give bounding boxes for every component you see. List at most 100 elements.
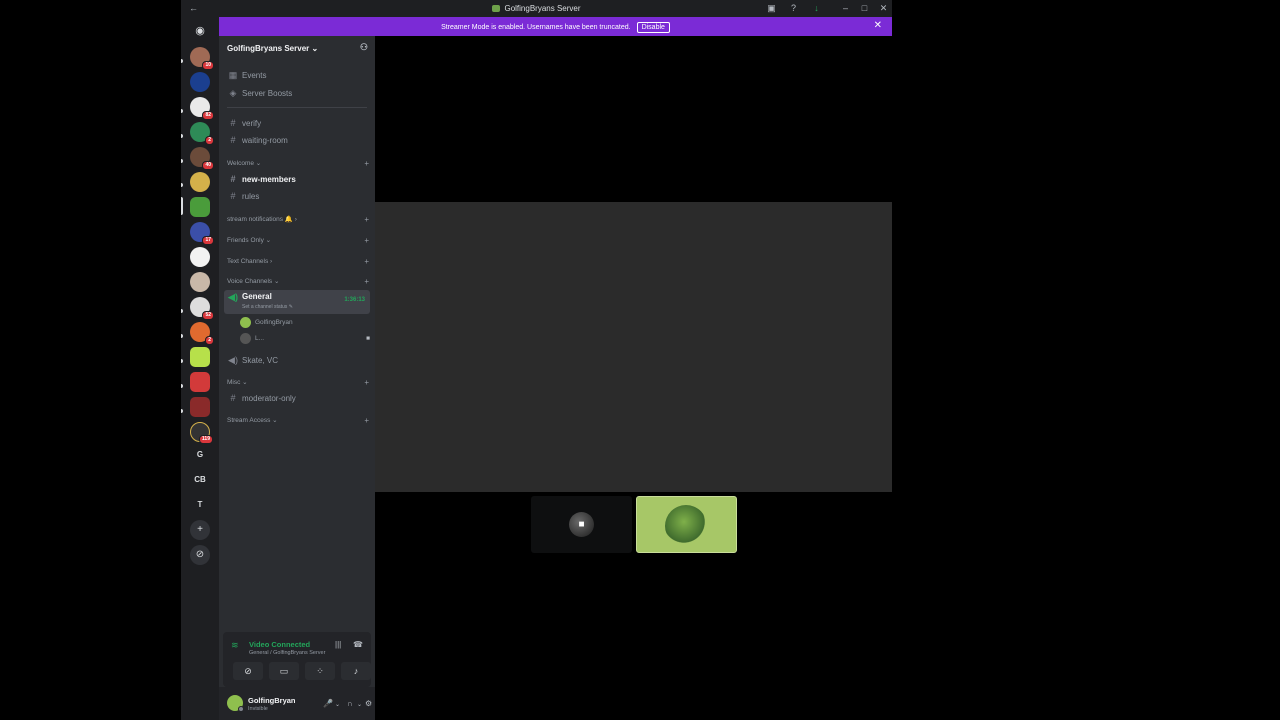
sidebar-item-server-boosts[interactable]: ◈ Server Boosts	[224, 86, 370, 101]
help-icon[interactable]: ?	[788, 3, 799, 14]
guild-icon[interactable]: 2	[190, 122, 214, 145]
channel-sidebar: GolfingBryans Server ⌄ ⚇ ▦ Events ◈ Server…	[219, 36, 375, 720]
guild-icon[interactable]: 40	[190, 147, 214, 170]
set-channel-status[interactable]: Set a channel status ✎	[242, 304, 293, 310]
camera-off-icon: ⊘	[244, 666, 252, 676]
category-stream-notifications[interactable]: stream notifications 🔔 › +	[227, 215, 369, 225]
guild-icon[interactable]: 2	[190, 322, 214, 345]
guild-icon[interactable]	[190, 272, 210, 292]
hashtag-icon: #	[230, 393, 236, 403]
category-text-channels[interactable]: Text Channels › +	[227, 257, 369, 267]
server-rail: ◉ 10 82 2 40 17 52 2 119 G CB T + ⊘	[181, 17, 219, 720]
user-panel: GolfingBryan Invisible 🎤 ⌄ ∩ ⌄ ⚙	[219, 687, 375, 720]
guild-icon[interactable]: 52	[190, 297, 214, 320]
signal-icon[interactable]: ≋	[231, 640, 239, 651]
category-welcome[interactable]: Welcome ⌄ +	[227, 159, 369, 169]
guild-icon-selected[interactable]	[190, 197, 210, 217]
participant-avatar	[665, 505, 707, 547]
voice-channel-skate-vc[interactable]: ◀) Skate, VC	[224, 353, 370, 368]
soundboard-button[interactable]: ♪	[341, 662, 371, 680]
unread-pill	[181, 183, 183, 187]
discord-window: ← GolfingBryans Server ▣ ? ↓ – □ ✕ Strea…	[181, 0, 892, 720]
video-camera-icon: ■	[569, 512, 594, 537]
participant-tile-golfingbryan[interactable]	[636, 496, 737, 553]
mic-options-chevron-icon[interactable]: ⌄	[335, 701, 340, 708]
unread-pill	[181, 309, 183, 313]
unread-pill	[181, 159, 183, 163]
invite-people-icon[interactable]: ⚇	[360, 42, 368, 53]
activities-button[interactable]: ⁘	[305, 662, 335, 680]
guild-icon[interactable]	[190, 172, 210, 192]
category-stream-access[interactable]: Stream Access ⌄ +	[227, 416, 369, 426]
disable-streamer-mode-button[interactable]: Disable	[636, 22, 670, 33]
voice-status[interactable]: Video Connected	[249, 640, 310, 649]
guild-icon[interactable]: 82	[190, 97, 214, 120]
guild-icon[interactable]	[190, 247, 210, 267]
guild-icon[interactable]	[190, 372, 210, 392]
guild-text-g[interactable]: G	[190, 445, 210, 465]
voice-channel-general[interactable]: ◀) General 1:36:13 Set a channel status …	[224, 290, 370, 314]
username[interactable]: GolfingBryan	[248, 696, 296, 705]
unread-badge: 10	[202, 61, 214, 70]
channel-moderator-only[interactable]: # moderator-only	[224, 391, 370, 406]
guild-icon[interactable]	[190, 347, 210, 367]
discord-home-icon[interactable]: ◉	[190, 21, 210, 41]
noise-suppression-icon[interactable]: |||	[335, 640, 341, 649]
voice-location[interactable]: General / GolfingBryans Server	[249, 650, 325, 656]
add-channel-icon[interactable]: +	[364, 378, 369, 388]
streamer-mode-banner: Streamer Mode is enabled. Usernames have…	[219, 17, 892, 36]
chevron-down-icon: ⌄	[311, 44, 319, 53]
voice-user-golfingbryan[interactable]: GolfingBryan	[240, 317, 293, 329]
add-server-icon[interactable]: +	[190, 520, 210, 540]
download-icon[interactable]: ↓	[811, 3, 822, 14]
channel-new-members[interactable]: # new-members	[224, 172, 370, 187]
add-channel-icon[interactable]: +	[364, 277, 369, 287]
status-indicator	[238, 706, 244, 712]
channel-waiting-room[interactable]: # waiting-room	[224, 133, 370, 148]
add-channel-icon[interactable]: +	[364, 159, 369, 169]
stream-view[interactable]	[375, 202, 892, 492]
voice-user-2[interactable]: L... ■	[240, 333, 370, 345]
user-status: Invisible	[248, 706, 268, 712]
explore-servers-icon[interactable]: ⊘	[190, 545, 210, 565]
channel-verify[interactable]: # verify	[224, 116, 370, 131]
minimize-icon[interactable]: –	[840, 3, 851, 14]
category-voice-channels[interactable]: Voice Channels ⌄ +	[227, 277, 369, 287]
divider	[227, 107, 367, 108]
guild-icon[interactable]: 17	[190, 222, 214, 245]
guild-icon[interactable]	[190, 397, 210, 417]
category-friends-only[interactable]: Friends Only ⌄ +	[227, 236, 369, 246]
guild-icon[interactable]: 10	[190, 47, 214, 70]
window-title: GolfingBryans Server	[181, 4, 892, 13]
headphones-icon[interactable]: ∩	[347, 699, 353, 708]
category-misc[interactable]: Misc ⌄ +	[227, 378, 369, 388]
hashtag-icon: #	[230, 191, 236, 201]
settings-gear-icon[interactable]: ⚙	[365, 699, 372, 708]
add-channel-icon[interactable]: +	[364, 236, 369, 246]
speaker-icon: ◀)	[228, 355, 238, 365]
add-channel-icon[interactable]: +	[364, 215, 369, 225]
maximize-icon[interactable]: □	[859, 3, 870, 14]
camera-off-button[interactable]: ⊘	[233, 662, 263, 680]
participant-tile-camera[interactable]: ■	[531, 496, 632, 553]
add-channel-icon[interactable]: +	[364, 257, 369, 267]
add-channel-icon[interactable]: +	[364, 416, 369, 426]
close-window-icon[interactable]: ✕	[878, 3, 889, 14]
disconnect-icon[interactable]: ☎	[353, 640, 363, 649]
guild-icon[interactable]: 119	[190, 422, 213, 444]
boost-icon: ◈	[229, 88, 237, 98]
guild-text-t[interactable]: T	[190, 495, 210, 515]
guild-text-cb[interactable]: CB	[190, 470, 210, 490]
server-header[interactable]: GolfingBryans Server ⌄ ⚇	[219, 36, 375, 60]
sidebar-item-events[interactable]: ▦ Events	[224, 68, 370, 83]
guild-icon[interactable]	[190, 72, 210, 92]
share-screen-button[interactable]: ▭	[269, 662, 299, 680]
channel-rules[interactable]: # rules	[224, 189, 370, 204]
inbox-icon[interactable]: ▣	[766, 3, 777, 14]
selected-guild-pill	[181, 197, 183, 215]
audio-options-chevron-icon[interactable]: ⌄	[357, 701, 362, 708]
activities-icon: ⁘	[316, 666, 324, 676]
microphone-icon[interactable]: 🎤	[323, 699, 333, 708]
close-banner-icon[interactable]: ✕	[874, 20, 882, 31]
unread-pill	[181, 59, 183, 63]
